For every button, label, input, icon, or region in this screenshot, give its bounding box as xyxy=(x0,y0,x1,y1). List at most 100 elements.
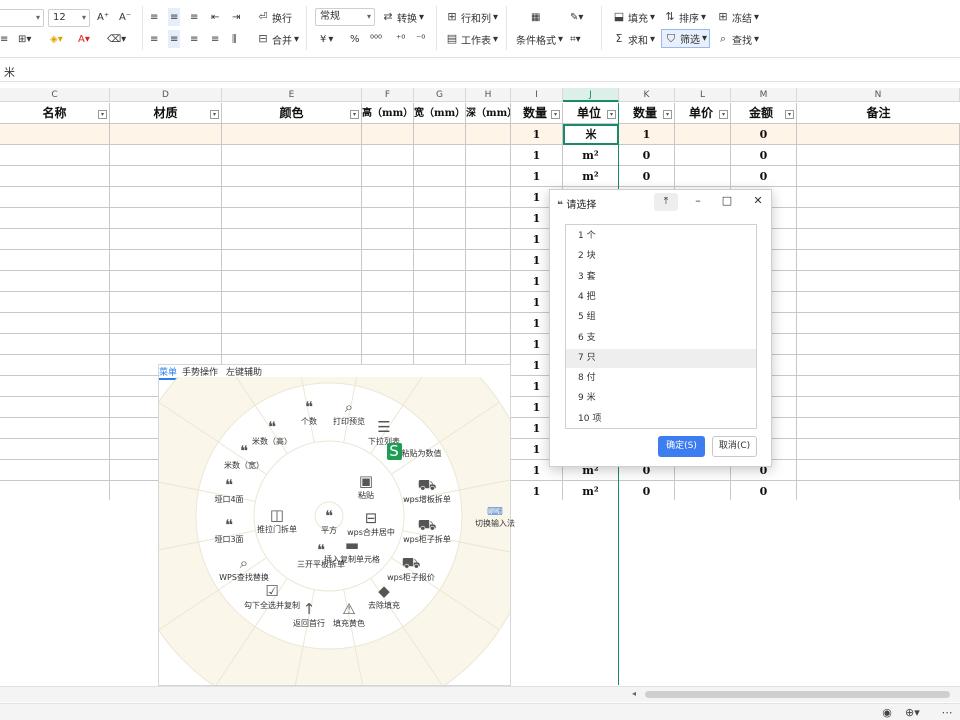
col-letter[interactable]: E xyxy=(222,88,362,102)
table-cell[interactable] xyxy=(222,292,362,313)
table-cell[interactable] xyxy=(110,145,222,166)
table-cell[interactable] xyxy=(797,481,960,502)
worksheet-button[interactable]: ▤ 工作表 ▾ xyxy=(445,30,498,48)
table-cell[interactable] xyxy=(222,271,362,292)
table-cell[interactable] xyxy=(222,208,362,229)
table-cell[interactable] xyxy=(362,145,414,166)
table-cell[interactable] xyxy=(797,355,960,376)
table-cell[interactable] xyxy=(362,124,414,145)
header-cell[interactable]: 备注 xyxy=(797,103,960,124)
table-cell[interactable] xyxy=(466,292,511,313)
sum-button[interactable]: Σ 求和 ▾ xyxy=(612,30,656,48)
font-color-icon[interactable]: A▾ xyxy=(78,30,90,48)
table-cell[interactable] xyxy=(797,250,960,271)
indent-increase-icon[interactable]: ⇥ xyxy=(232,8,240,26)
minimize-icon[interactable]: – xyxy=(690,194,706,207)
table-cell[interactable] xyxy=(797,418,960,439)
table-cell[interactable] xyxy=(0,271,110,292)
formula-bar[interactable]: 米 xyxy=(0,60,960,82)
header-cell[interactable]: 单位 ▾ xyxy=(563,103,619,124)
table-cell[interactable] xyxy=(0,334,110,355)
scroll-left-icon[interactable]: ◂ xyxy=(632,689,636,698)
table-cell[interactable]: 1 xyxy=(511,481,563,502)
option-item[interactable]: 10 项 xyxy=(566,410,756,429)
table-cell[interactable] xyxy=(466,145,511,166)
maximize-icon[interactable]: □ xyxy=(719,194,735,207)
table-cell[interactable]: 0 xyxy=(619,166,675,187)
table-cell[interactable] xyxy=(675,145,731,166)
table-cell[interactable] xyxy=(0,439,110,460)
table-cell[interactable] xyxy=(797,397,960,418)
table-cell[interactable] xyxy=(797,460,960,481)
thousands-button[interactable]: ⁰⁰⁰ xyxy=(370,30,382,48)
header-cell[interactable]: 宽（mm） xyxy=(414,103,466,124)
table-cell[interactable] xyxy=(222,313,362,334)
wrap-text-button[interactable]: ⏎ 换行 xyxy=(256,8,292,26)
table-cell[interactable] xyxy=(797,166,960,187)
radial-item[interactable]: S 粘贴为数值 xyxy=(379,443,449,460)
table-cell[interactable] xyxy=(362,208,414,229)
filter-dropdown-icon[interactable]: ▾ xyxy=(663,110,672,119)
table-cell[interactable] xyxy=(797,313,960,334)
clear-format-icon[interactable]: ⌫▾ xyxy=(107,30,126,48)
indent-decrease-icon[interactable]: ⇤ xyxy=(211,8,219,26)
percent-button[interactable]: % xyxy=(350,30,360,48)
filter-dropdown-icon[interactable]: ▾ xyxy=(98,110,107,119)
option-item[interactable]: 8 付 xyxy=(566,369,756,388)
align-bottom-icon[interactable]: ≡ xyxy=(190,8,198,26)
table-cell[interactable] xyxy=(0,376,110,397)
radial-item[interactable]: ❝ 平方 xyxy=(294,508,364,536)
table-cell[interactable] xyxy=(222,229,362,250)
table-cell[interactable] xyxy=(0,460,110,481)
table-cell[interactable] xyxy=(110,229,222,250)
option-item[interactable]: 6 支 xyxy=(566,329,756,348)
close-icon[interactable]: ✕ xyxy=(750,194,766,207)
radial-item[interactable]: ⛟ wps增板拆单 xyxy=(392,477,462,505)
table-cell[interactable] xyxy=(466,208,511,229)
align-left-icon[interactable]: ≡ xyxy=(0,30,8,48)
filter-dropdown-icon[interactable]: ▾ xyxy=(350,110,359,119)
table-cell[interactable] xyxy=(362,250,414,271)
col-letter[interactable]: C xyxy=(0,88,110,102)
freeze-button[interactable]: ⊞ 冻结 ▾ xyxy=(716,8,759,26)
option-item[interactable]: 2 块 xyxy=(566,247,756,266)
table-cell[interactable] xyxy=(110,334,222,355)
header-cell[interactable]: 金额 ▾ xyxy=(731,103,797,124)
convert-button[interactable]: ⇄ 转换 ▾ xyxy=(381,8,424,26)
table-cell[interactable] xyxy=(0,145,110,166)
table-cell[interactable] xyxy=(414,124,466,145)
col-letter[interactable]: H xyxy=(466,88,511,102)
col-letter[interactable]: G xyxy=(414,88,466,102)
cancel-button[interactable]: 取消(C) xyxy=(712,436,757,457)
table-cell[interactable] xyxy=(466,124,511,145)
header-cell[interactable]: 数量 ▾ xyxy=(619,103,675,124)
radial-item[interactable]: ❝ 米数（高） xyxy=(237,419,307,447)
switch-input-button[interactable]: ⌨ 切换输入法 xyxy=(470,505,520,529)
table-cell[interactable]: 0 xyxy=(731,166,797,187)
table-cell[interactable] xyxy=(110,208,222,229)
table-cell[interactable] xyxy=(110,187,222,208)
justify-icon[interactable]: ≡ xyxy=(211,30,219,48)
col-letter[interactable]: M xyxy=(731,88,797,102)
table-cell[interactable] xyxy=(466,313,511,334)
header-cell[interactable]: 深（mm） xyxy=(466,103,511,124)
table-cell[interactable] xyxy=(0,187,110,208)
align-right-icon[interactable]: ≡ xyxy=(190,30,198,48)
pin-button[interactable]: ⤒ xyxy=(654,193,678,211)
table-cell[interactable]: 0 xyxy=(619,145,675,166)
table-cell[interactable] xyxy=(797,208,960,229)
table-cell[interactable]: m² xyxy=(563,166,619,187)
table-cell[interactable]: 1 xyxy=(511,145,563,166)
radial-item[interactable]: ⌕ WPS查找替换 xyxy=(209,555,279,583)
table-cell[interactable] xyxy=(414,166,466,187)
filter-dropdown-icon[interactable]: ▾ xyxy=(210,110,219,119)
horizontal-scrollbar[interactable]: ◂ xyxy=(0,686,960,702)
align-center-icon[interactable]: ≡ xyxy=(168,30,181,48)
header-cell[interactable]: 颜色 ▾ xyxy=(222,103,362,124)
filter-button[interactable]: ⛉ 筛选 ▾ xyxy=(661,29,711,48)
table-cell[interactable] xyxy=(414,313,466,334)
filter-dropdown-icon[interactable]: ▾ xyxy=(785,110,794,119)
option-item[interactable]: 1 个 xyxy=(566,227,756,246)
align-top-icon[interactable]: ≡ xyxy=(150,8,158,26)
table-cell[interactable] xyxy=(414,334,466,355)
